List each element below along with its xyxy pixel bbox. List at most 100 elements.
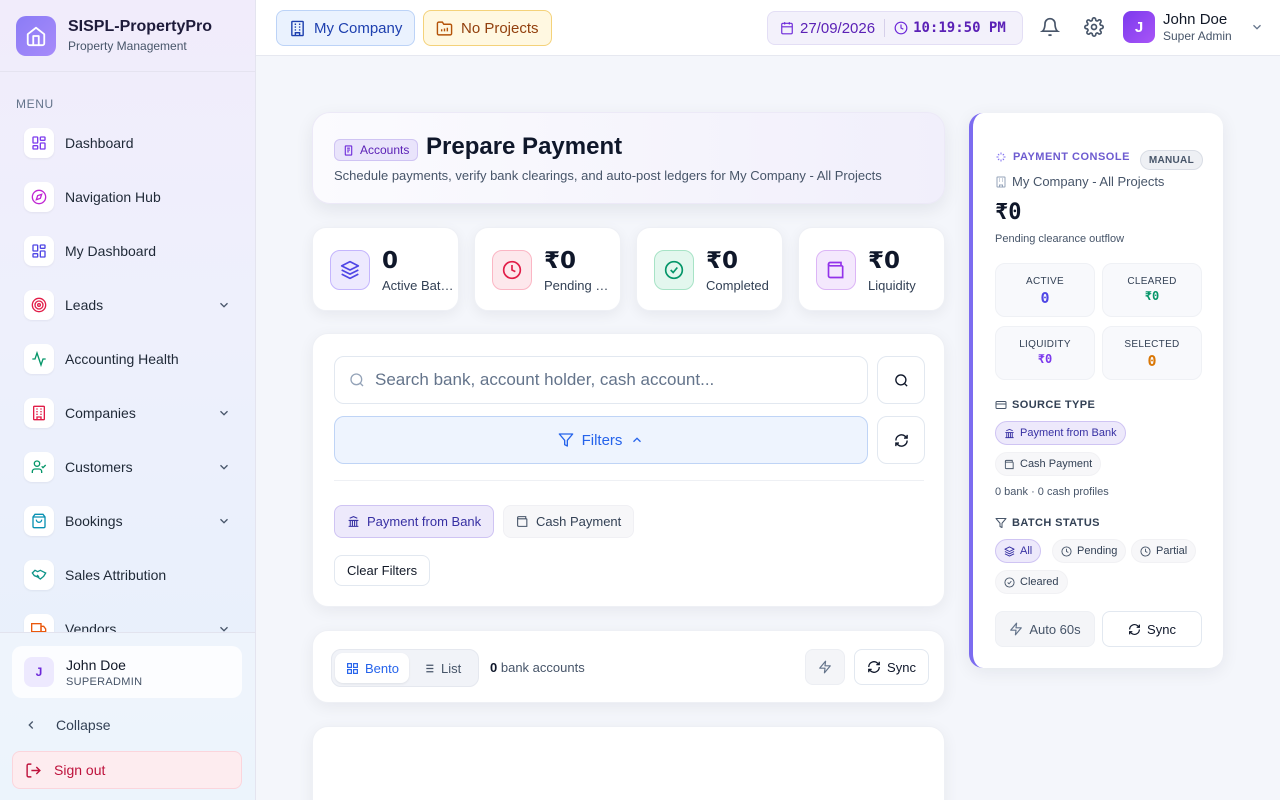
stat-card-liquidity[interactable]: ₹0 Liquidity bbox=[798, 227, 945, 311]
stat-value: ₹0 bbox=[706, 248, 739, 274]
status-filter-all[interactable]: All bbox=[995, 539, 1042, 563]
grid-icon bbox=[24, 128, 54, 158]
source-bank-button[interactable]: Payment from Bank bbox=[334, 505, 495, 538]
source-type-label: SOURCE TYPE bbox=[1012, 399, 1096, 411]
refresh-icon bbox=[1129, 623, 1141, 635]
clear-filters-button[interactable]: Clear Filters bbox=[334, 555, 431, 586]
stat-card-pending[interactable]: ₹0 Pending Clearance bbox=[474, 227, 621, 311]
search-box[interactable] bbox=[334, 356, 868, 404]
sidebar-item-dashboard[interactable]: Dashboard bbox=[0, 116, 255, 170]
refresh-icon bbox=[894, 433, 908, 447]
chevron-down-icon bbox=[1252, 24, 1261, 30]
view-list-label: List bbox=[441, 660, 462, 676]
clock-icon bbox=[1061, 545, 1072, 557]
wallet-icon bbox=[816, 250, 856, 290]
log-out-icon bbox=[26, 762, 41, 778]
stat-label: Completed bbox=[706, 278, 769, 293]
clock-icon bbox=[1140, 545, 1151, 557]
layers-icon bbox=[330, 250, 370, 290]
avatar: J bbox=[24, 657, 54, 687]
sidebar-user-card[interactable]: J John Doe SUPERADMIN bbox=[12, 646, 242, 698]
sidebar-item-companies[interactable]: Companies bbox=[0, 386, 255, 440]
sign-out-button[interactable]: Sign out bbox=[12, 751, 242, 789]
console-source-bank[interactable]: Payment from Bank bbox=[995, 421, 1126, 445]
status-filter-pending[interactable]: Pending bbox=[1052, 539, 1127, 563]
sidebar-item-customers[interactable]: Customers bbox=[0, 440, 255, 494]
topbar: My Company No Projects 27/09/2026 10:19:… bbox=[256, 0, 1280, 56]
brand-title: SISPL-PropertyPro bbox=[68, 18, 213, 35]
batch-status-header: BATCH STATUS bbox=[995, 517, 1100, 529]
sidebar-item-vendors[interactable]: Vendors bbox=[0, 602, 255, 632]
brand[interactable]: SISPL-PropertyPro Property Management bbox=[0, 0, 255, 72]
filter-panel: Filters Payment from Bank Cash Payment C… bbox=[312, 333, 945, 607]
list-icon bbox=[423, 664, 434, 672]
bolt-icon bbox=[1010, 622, 1023, 636]
status-filter-cleared[interactable]: Cleared bbox=[995, 570, 1068, 594]
status-label: Pending bbox=[1077, 545, 1118, 557]
source-cash-button[interactable]: Cash Payment bbox=[503, 505, 635, 538]
view-list-button[interactable]: List bbox=[422, 653, 461, 683]
page-subtitle: Schedule payments, verify bank clearings… bbox=[334, 168, 882, 183]
sync-label: Sync bbox=[887, 659, 916, 675]
calendar-icon bbox=[781, 22, 793, 35]
sync-button[interactable]: Sync bbox=[854, 649, 929, 685]
current-time: 10:19:50 PM bbox=[913, 20, 1006, 36]
filters-toggle-button[interactable]: Filters bbox=[334, 416, 868, 464]
search-button[interactable] bbox=[877, 356, 925, 404]
layers-icon bbox=[1004, 545, 1015, 557]
bell-icon[interactable] bbox=[1040, 17, 1060, 37]
sidebar-item-bookings[interactable]: Bookings bbox=[0, 494, 255, 548]
stat-card-active-batches[interactable]: 0 Active Batches bbox=[312, 227, 459, 311]
auto-refresh-button[interactable]: Auto 60s bbox=[995, 611, 1095, 647]
chevron-down-icon bbox=[220, 518, 228, 524]
console-title: PAYMENT CONSOLE bbox=[1013, 151, 1130, 163]
chevron-down-icon bbox=[220, 302, 228, 308]
refresh-button[interactable] bbox=[877, 416, 925, 464]
auto-refresh-button[interactable] bbox=[805, 649, 845, 685]
sidebar-item-my-dashboard[interactable]: My Dashboard bbox=[0, 224, 255, 278]
kpi-value: ₹0 bbox=[1037, 352, 1053, 366]
source-profile-count: 0 bank · 0 cash profiles bbox=[995, 486, 1109, 498]
avatar: J bbox=[1123, 11, 1155, 43]
page-title: Prepare Payment bbox=[426, 133, 623, 160]
user-menu[interactable]: J John Doe Super Admin bbox=[1123, 11, 1264, 43]
sidebar-item-label: Leads bbox=[65, 297, 104, 313]
grid-icon bbox=[24, 236, 54, 266]
source-bank-label: Payment from Bank bbox=[367, 514, 482, 529]
company-selector[interactable]: My Company bbox=[276, 10, 416, 46]
wallet-icon bbox=[517, 516, 528, 527]
user-name: John Doe bbox=[66, 656, 126, 673]
status-filter-partial[interactable]: Partial bbox=[1131, 539, 1197, 563]
stat-card-completed[interactable]: ₹0 Completed bbox=[636, 227, 783, 311]
refresh-icon bbox=[868, 661, 880, 673]
project-selector[interactable]: No Projects bbox=[423, 10, 552, 46]
sidebar-item-accounting-health[interactable]: Accounting Health bbox=[0, 332, 255, 386]
sidebar-item-leads[interactable]: Leads bbox=[0, 278, 255, 332]
building-icon bbox=[24, 398, 54, 428]
bank-icon bbox=[1005, 428, 1014, 438]
view-bento-button[interactable]: Bento bbox=[335, 653, 409, 683]
sidebar: SISPL-PropertyPro Property Management ME… bbox=[0, 0, 256, 800]
page-header: Accounts Prepare Payment Schedule paymen… bbox=[312, 112, 945, 204]
gear-icon[interactable] bbox=[1084, 17, 1104, 37]
search-input[interactable] bbox=[375, 370, 845, 390]
console-source-cash[interactable]: Cash Payment bbox=[995, 452, 1102, 476]
account-count-label: bank accounts bbox=[500, 660, 585, 675]
kpi-liquidity: LIQUIDITY ₹0 bbox=[995, 326, 1095, 380]
sidebar-item-label: Companies bbox=[65, 405, 136, 421]
sidebar-item-sales-attribution[interactable]: Sales Attribution bbox=[0, 548, 255, 602]
console-sync-button[interactable]: Sync bbox=[1102, 611, 1202, 647]
collapse-button[interactable]: Collapse bbox=[24, 717, 110, 733]
company-label: My Company bbox=[314, 19, 403, 37]
batch-status-label: BATCH STATUS bbox=[1012, 517, 1100, 529]
console-amount: ₹0 bbox=[995, 200, 1022, 225]
breadcrumb[interactable]: Accounts bbox=[334, 139, 419, 161]
view-toolbar: Bento List 0 bank accounts Sync bbox=[312, 630, 945, 703]
truck-icon bbox=[24, 614, 54, 632]
sidebar-item-navigation-hub[interactable]: Navigation Hub bbox=[0, 170, 255, 224]
mode-badge: MANUAL bbox=[1139, 150, 1203, 170]
compass-icon bbox=[24, 182, 54, 212]
status-label: Cleared bbox=[1020, 576, 1059, 588]
console-note: Pending clearance outflow bbox=[995, 233, 1125, 245]
account-count-value: 0 bbox=[490, 660, 498, 675]
